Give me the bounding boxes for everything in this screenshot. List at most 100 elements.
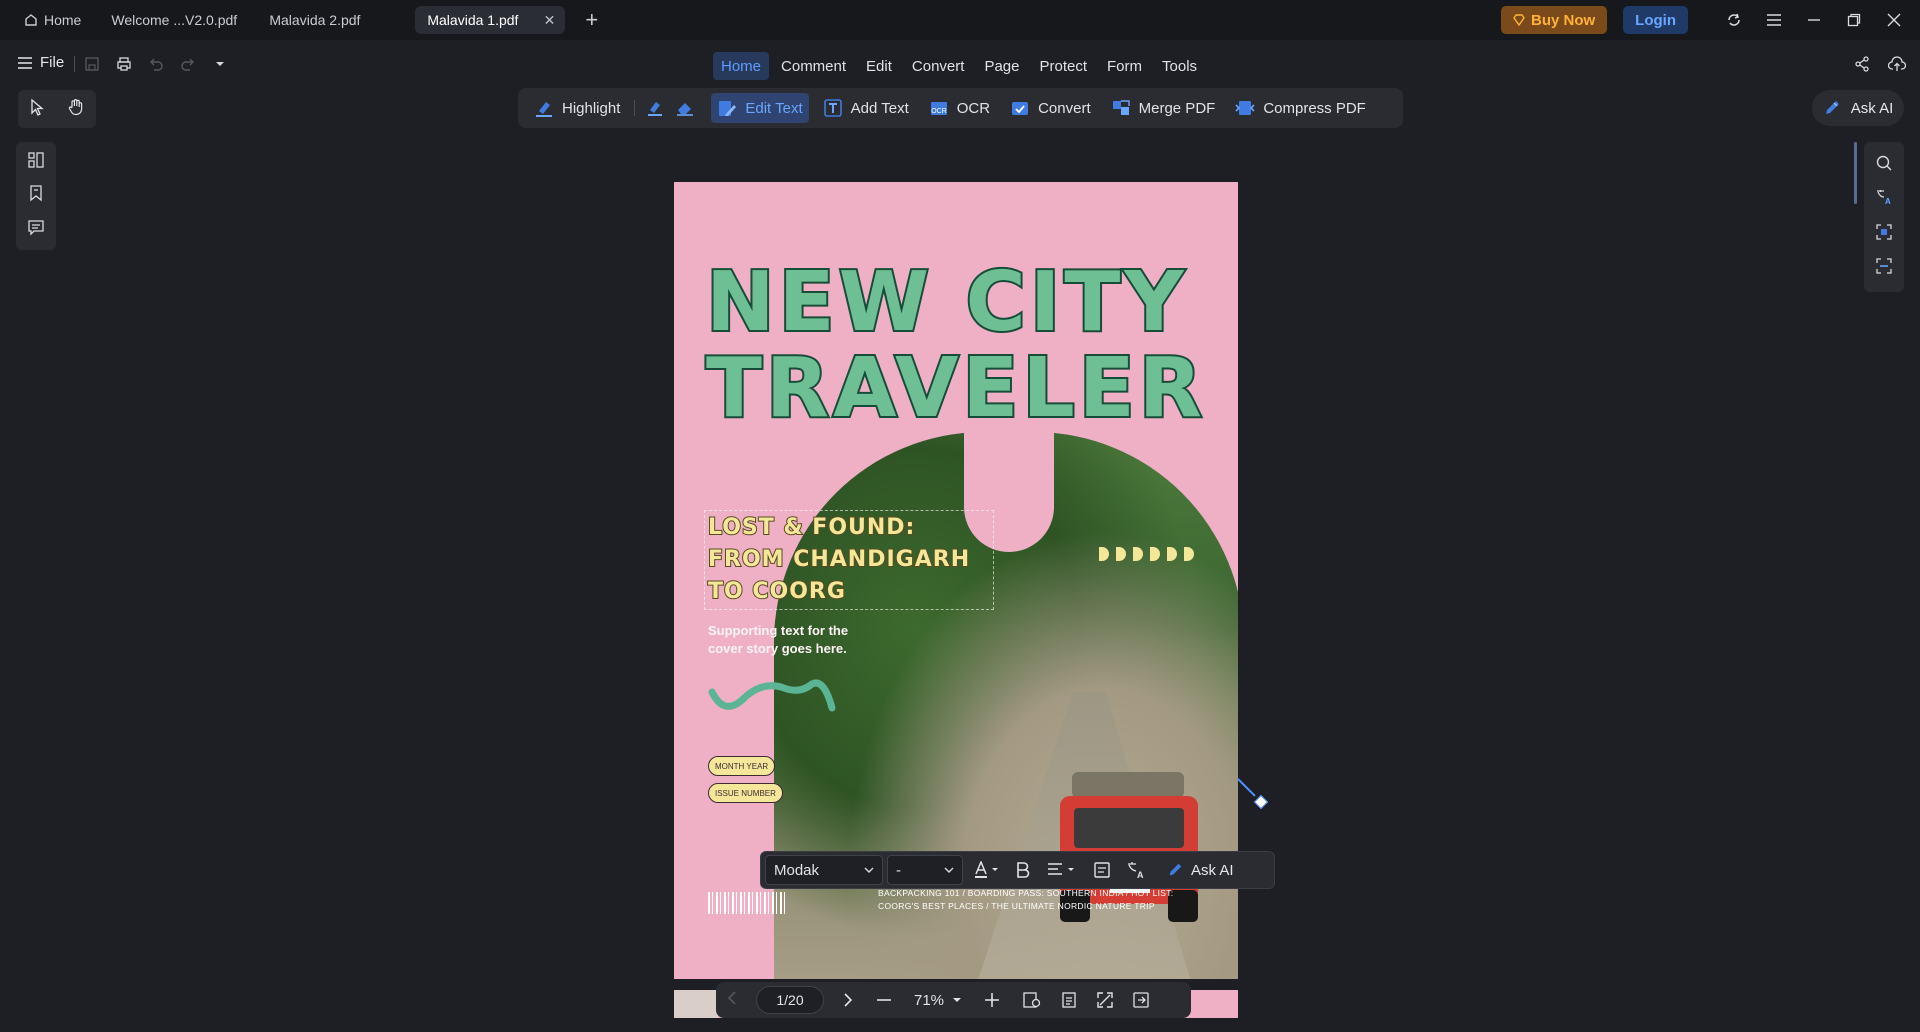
add-text-button[interactable]: Add Text bbox=[817, 93, 915, 123]
barcode-image bbox=[708, 892, 788, 914]
next-page-icon[interactable] bbox=[842, 992, 854, 1008]
close-tab-icon[interactable]: ✕ bbox=[544, 12, 556, 29]
compress-pdf-button[interactable]: Compress PDF bbox=[1229, 93, 1372, 123]
hand-tool-icon[interactable] bbox=[67, 98, 85, 121]
selection-handle[interactable] bbox=[1253, 794, 1269, 810]
menu-tab-protect[interactable]: Protect bbox=[1031, 52, 1095, 80]
red-car-image bbox=[1054, 772, 1204, 922]
ask-ai-button[interactable]: Ask AI bbox=[1812, 90, 1904, 126]
ocr-button[interactable]: OCR OCR bbox=[923, 93, 996, 123]
highlight-button[interactable]: Highlight bbox=[528, 93, 626, 123]
add-text-icon bbox=[823, 99, 842, 117]
tab-bar: Home Welcome ...V2.0.pdf Malavida 2.pdf … bbox=[0, 0, 1920, 40]
fit-page-icon[interactable] bbox=[1060, 991, 1078, 1009]
font-size-value: - bbox=[896, 861, 901, 879]
translate-icon[interactable]: A bbox=[1875, 188, 1893, 211]
ai-pen-icon bbox=[1825, 101, 1839, 114]
month-year-badge[interactable]: MONTH YEAR bbox=[708, 756, 776, 776]
tab-label: Welcome ...V2.0.pdf bbox=[111, 12, 238, 28]
font-family-select[interactable]: Modak bbox=[765, 855, 883, 885]
menu-icon[interactable] bbox=[1754, 0, 1794, 40]
minimize-icon[interactable] bbox=[1794, 0, 1834, 40]
comment-icon[interactable] bbox=[27, 218, 45, 241]
convert-button[interactable]: Convert bbox=[1004, 93, 1097, 123]
tab-label: Malavida 2.pdf bbox=[269, 12, 361, 28]
home-icon bbox=[25, 14, 37, 26]
screen-capture-icon[interactable] bbox=[1875, 257, 1893, 280]
underline-tool-icon[interactable] bbox=[645, 98, 665, 118]
new-tab-button[interactable]: + bbox=[585, 9, 598, 31]
merge-icon bbox=[1112, 100, 1130, 115]
tab-document[interactable]: Welcome ...V2.0.pdf bbox=[99, 6, 249, 34]
restore-icon[interactable] bbox=[1834, 0, 1874, 40]
zoom-in-icon[interactable] bbox=[984, 992, 1000, 1008]
ocr-icon: OCR bbox=[930, 102, 947, 115]
svg-text:A: A bbox=[1137, 870, 1144, 879]
select-cursor-icon[interactable] bbox=[29, 98, 45, 121]
merge-pdf-label: Merge PDF bbox=[1138, 99, 1216, 117]
menu-tab-form[interactable]: Form bbox=[1099, 52, 1150, 80]
page-number-input[interactable]: 1/20 bbox=[756, 986, 824, 1014]
zoom-dropdown-icon[interactable] bbox=[952, 996, 962, 1004]
file-menu-button[interactable]: File bbox=[18, 54, 64, 71]
story-line-1: LOST & FOUND: bbox=[707, 514, 916, 541]
tab-document[interactable]: Malavida 2.pdf bbox=[257, 6, 407, 34]
login-label: Login bbox=[1635, 11, 1676, 29]
zoom-out-icon[interactable] bbox=[876, 992, 892, 1008]
hamburger-icon bbox=[18, 56, 32, 69]
share-icon[interactable] bbox=[1854, 56, 1870, 77]
format-ask-ai-button[interactable]: Ask AI bbox=[1167, 862, 1234, 879]
edit-text-icon bbox=[719, 101, 737, 116]
svg-text:A: A bbox=[1885, 197, 1891, 206]
previous-page-icon[interactable] bbox=[726, 990, 738, 1011]
issue-number-badge[interactable]: ISSUE NUMBER bbox=[708, 783, 783, 803]
cloud-upload-icon[interactable] bbox=[1887, 56, 1907, 77]
undo-icon[interactable] bbox=[148, 56, 164, 77]
fullscreen-icon[interactable] bbox=[1096, 991, 1114, 1009]
redo-icon[interactable] bbox=[180, 56, 196, 77]
menu-tab-comment[interactable]: Comment bbox=[773, 52, 854, 80]
zoom-level[interactable]: 71% bbox=[914, 992, 944, 1009]
tab-home[interactable]: Home bbox=[14, 6, 91, 34]
menu-tab-tools[interactable]: Tools bbox=[1154, 52, 1205, 80]
text-box-icon[interactable] bbox=[1093, 861, 1111, 879]
font-size-select[interactable]: - bbox=[887, 855, 963, 885]
footer-line-2[interactable]: COORG'S BEST PLACES / THE ULTIMATE NORDI… bbox=[878, 901, 1155, 911]
fit-width-icon[interactable] bbox=[1022, 991, 1042, 1009]
scan-icon[interactable] bbox=[1875, 223, 1893, 246]
supporting-text[interactable]: Supporting text for the cover story goes… bbox=[708, 622, 878, 658]
font-color-button[interactable] bbox=[973, 861, 999, 879]
search-icon[interactable] bbox=[1875, 154, 1893, 177]
title-line-1: NEW CITY bbox=[704, 255, 1188, 350]
cover-story-heading[interactable]: LOST & FOUND: FROM CHANDIGARH TO COORG bbox=[707, 512, 970, 608]
chevron-down-icon bbox=[864, 867, 874, 873]
format-ask-ai-label: Ask AI bbox=[1191, 861, 1234, 879]
close-window-icon[interactable] bbox=[1874, 0, 1914, 40]
buy-now-button[interactable]: Buy Now bbox=[1501, 6, 1608, 34]
menu-tab-edit[interactable]: Edit bbox=[858, 52, 900, 80]
footer-line-1[interactable]: BACKPACKING 101 / BOARDING PASS: SOUTHER… bbox=[878, 888, 1173, 898]
eraser-icon[interactable] bbox=[675, 98, 695, 118]
sync-icon[interactable] bbox=[1714, 0, 1754, 40]
page-indicator: 1/20 bbox=[776, 992, 804, 1008]
print-icon[interactable] bbox=[116, 56, 132, 77]
translate-text-icon[interactable]: A bbox=[1127, 861, 1147, 879]
login-button[interactable]: Login bbox=[1623, 6, 1688, 34]
bold-icon[interactable] bbox=[1015, 861, 1031, 879]
quick-access-dropdown-icon[interactable] bbox=[214, 56, 226, 77]
align-button[interactable] bbox=[1047, 862, 1077, 878]
tab-document-active[interactable]: Malavida 1.pdf ✕ bbox=[415, 6, 566, 34]
merge-pdf-button[interactable]: Merge PDF bbox=[1105, 93, 1222, 123]
menu-tab-page[interactable]: Page bbox=[976, 52, 1027, 80]
save-icon[interactable] bbox=[84, 56, 100, 77]
magazine-title[interactable]: NEW CITY TRAVELER bbox=[704, 255, 1226, 434]
exit-view-icon[interactable] bbox=[1132, 991, 1150, 1009]
bookmark-icon[interactable] bbox=[27, 184, 45, 207]
vertical-scrollbar[interactable] bbox=[1854, 142, 1857, 204]
decorative-dots bbox=[1099, 547, 1194, 561]
thumbnails-icon[interactable] bbox=[27, 151, 45, 174]
menu-tab-convert[interactable]: Convert bbox=[904, 52, 973, 80]
edit-text-button[interactable]: Edit Text bbox=[711, 93, 809, 123]
diamond-icon bbox=[1513, 14, 1525, 26]
menu-tab-home[interactable]: Home bbox=[713, 52, 770, 80]
